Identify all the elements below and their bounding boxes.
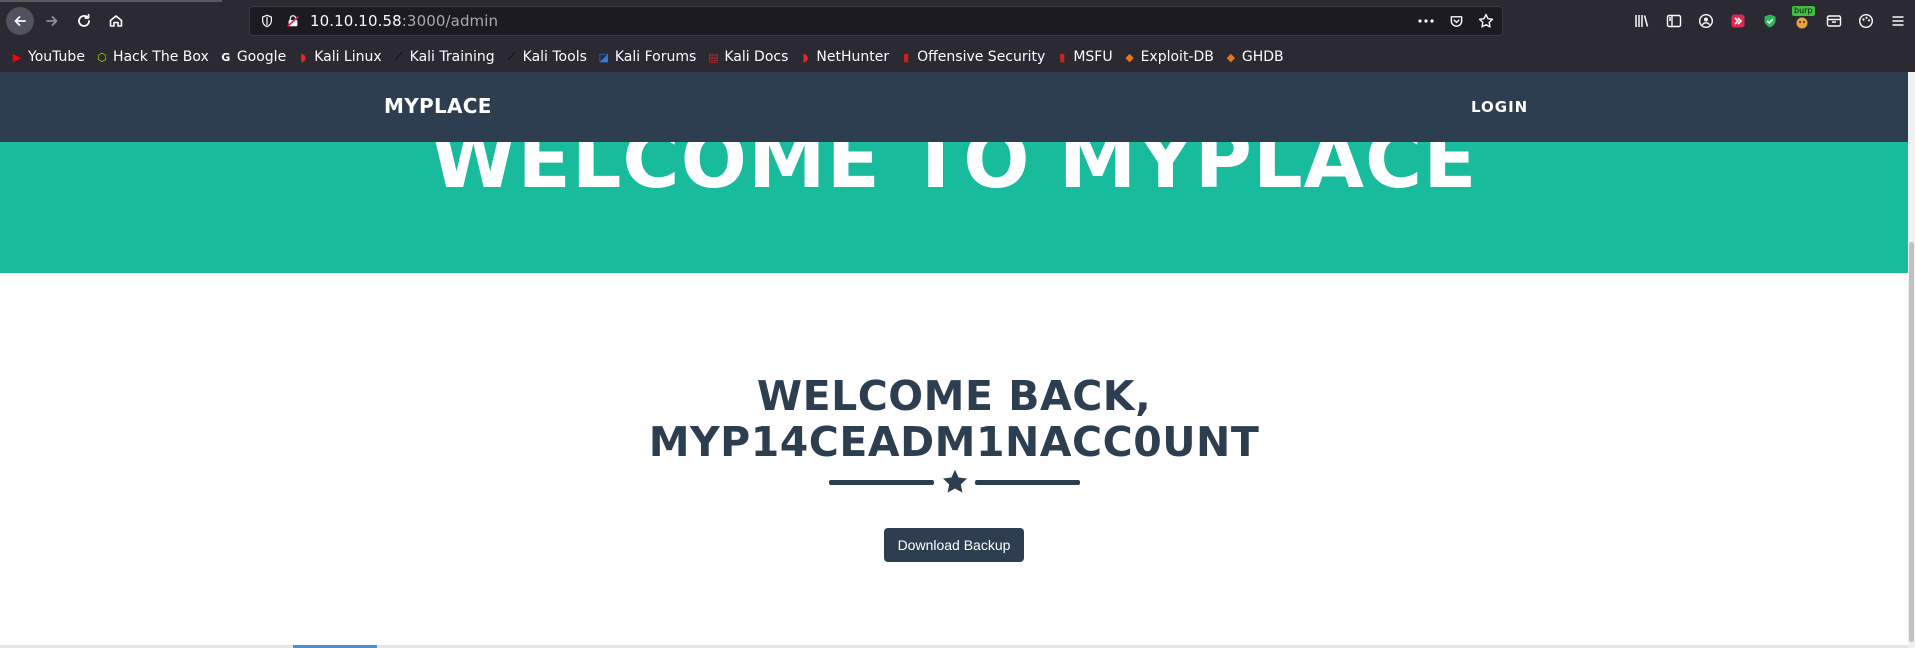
bookmark-label: Offensive Security [917,49,1046,65]
kali-dragon-icon: ⟋ [394,50,403,63]
star-divider [829,467,1080,497]
bookmark-item[interactable]: ◆ GHDB [1224,49,1284,65]
offsec-icon: ▮ [903,50,910,64]
bookmark-label: YouTube [28,49,85,65]
web-page: WELCOME TO MYPLACE MYPLACE LOGIN WELCOME… [0,72,1908,648]
browser-toolbar: 10.10.10.58:3000/admin burp [0,0,1915,42]
more-actions-icon[interactable] [1417,18,1435,24]
reload-icon[interactable] [70,7,98,35]
insecure-lock-icon[interactable] [284,12,302,30]
kali-dragon-icon: ⟋ [507,50,516,63]
bookmark-label: MSFU [1073,49,1113,65]
url-host: 10.10.10.58 [310,12,402,30]
container-icon[interactable] [1825,12,1843,30]
welcome-heading: WELCOME BACK, MYP14CEADM1NACC0UNT [0,373,1908,465]
foxyproxy-icon[interactable] [1729,12,1747,30]
msfu-icon: ▮ [1059,50,1066,64]
nethunter-icon: ◗ [802,50,809,64]
address-bar[interactable]: 10.10.10.58:3000/admin [249,6,1503,36]
bookmark-item[interactable]: ⬡ Hack The Box [95,49,209,65]
download-backup-button[interactable]: Download Backup [884,528,1024,562]
site-navbar: MYPLACE LOGIN [0,72,1908,142]
hackthebox-icon: ⬡ [97,50,107,64]
admin-content: WELCOME BACK, MYP14CEADM1NACC0UNT Downlo… [0,273,1908,648]
bookmark-item[interactable]: ▮ MSFU [1055,49,1112,65]
kali-icon: ◗ [300,50,307,64]
extension-palette-icon[interactable] [1857,12,1875,30]
bookmark-item[interactable]: ◗ Kali Linux [296,49,381,65]
url-text[interactable]: 10.10.10.58:3000/admin [310,12,498,30]
library-icon[interactable] [1633,12,1651,30]
bookmark-item[interactable]: ◪ Kali Forums [597,49,697,65]
sidebar-icon[interactable] [1665,12,1683,30]
bookmark-label: Exploit-DB [1140,49,1214,65]
youtube-icon: ▶ [12,50,22,64]
active-tab-indicator [0,0,222,2]
shield-check-icon[interactable] [1761,12,1779,30]
bookmark-item[interactable]: ▶ YouTube [10,49,85,65]
bookmark-label: Google [236,49,287,65]
star-icon [940,467,970,497]
bookmark-label: NetHunter [816,49,890,65]
scrollbar-thumb[interactable] [1909,242,1914,642]
bookmark-item[interactable]: ▤ Kali Docs [706,49,788,65]
divider-line-left [829,479,934,485]
forward-arrow-icon[interactable] [38,7,66,35]
back-arrow-icon[interactable] [6,7,34,35]
exploitdb-icon: ◆ [1125,50,1134,64]
kali-docs-icon: ▤ [708,50,719,64]
google-icon: G [221,50,231,64]
hamburger-menu-icon[interactable] [1889,12,1907,30]
bookmark-label: GHDB [1241,49,1284,65]
page-scrollbar[interactable] [1908,72,1915,648]
bookmark-item[interactable]: G Google [219,49,286,65]
url-path: :3000/admin [401,12,499,30]
bookmark-label: Kali Training [409,49,495,65]
bookmark-item[interactable]: ◆ Exploit-DB [1123,49,1214,65]
site-brand-link[interactable]: MYPLACE [384,94,492,118]
bookmark-label: Kali Tools [522,49,587,65]
divider-line-right [975,479,1080,485]
welcome-line: WELCOME BACK, [756,372,1152,420]
home-icon[interactable] [102,7,130,35]
ghdb-icon: ◆ [1226,50,1236,64]
bookmark-item[interactable]: ⟋ Kali Training [392,49,495,65]
bookmark-label: Kali Linux [314,49,382,65]
account-icon[interactable] [1697,12,1715,30]
bookmark-label: Kali Docs [724,49,789,65]
tracking-shield-icon[interactable] [258,12,276,30]
bookmark-label: Kali Forums [614,49,697,65]
pocket-icon[interactable] [1449,14,1464,29]
bookmark-item[interactable]: ◗ NetHunter [798,49,890,65]
bookmark-item[interactable]: ⟋ Kali Tools [505,49,587,65]
login-link[interactable]: LOGIN [1471,98,1528,116]
burp-icon[interactable]: burp [1792,6,1815,30]
bookmarks-toolbar: ▶ YouTube ⬡ Hack The Box G Google ◗ Kali Linux ⟋… [0,42,1915,72]
kali-forums-icon: ◪ [598,50,610,64]
bookmark-label: Hack The Box [112,49,209,65]
bookmark-item[interactable]: ▮ Offensive Security [899,49,1045,65]
admin-username: MYP14CEADM1NACC0UNT [648,418,1260,466]
bookmark-star-icon[interactable] [1478,13,1494,29]
burp-badge: burp [1792,6,1815,16]
